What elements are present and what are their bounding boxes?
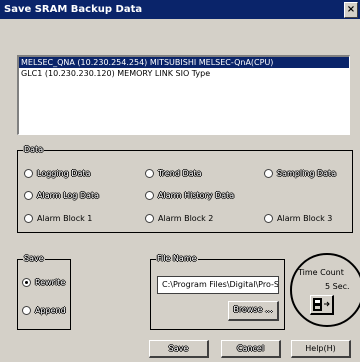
radio-button-icon xyxy=(22,278,31,287)
file-name-group-label: File Name xyxy=(156,254,198,264)
browse-button[interactable]: Browse ... xyxy=(228,301,279,321)
radio-button-icon xyxy=(24,214,33,223)
close-button[interactable]: × xyxy=(344,2,358,18)
radio-button-icon xyxy=(24,169,33,178)
help-button[interactable]: Help(H) xyxy=(291,340,351,358)
device-list-item[interactable]: GLC1 (10.230.230.120) MEMORY LINK SIO Ty… xyxy=(19,68,349,79)
save-group: Save Rewrite Append xyxy=(17,254,71,330)
radio-alarm-history-data[interactable]: Alarm History Data xyxy=(145,191,234,200)
radio-button-icon xyxy=(145,191,154,200)
title-bar: Save SRAM Backup Data × xyxy=(0,0,360,19)
radio-sampling-data[interactable]: Sampling Data xyxy=(264,169,336,178)
radio-append[interactable]: Append xyxy=(22,306,66,315)
radio-button-icon xyxy=(264,214,273,223)
radio-button-icon xyxy=(145,214,154,223)
data-group-label: Data xyxy=(23,145,45,155)
radio-alarm-log-data[interactable]: Alarm Log Data xyxy=(24,191,99,200)
radio-trend-data[interactable]: Trend Data xyxy=(145,169,202,178)
file-path-field[interactable]: C:\Program Files\Digital\Pro-Server with… xyxy=(157,276,279,294)
time-count-value: 5 Sec. xyxy=(325,282,350,291)
radio-button-icon xyxy=(145,169,154,178)
radio-button-icon xyxy=(264,169,273,178)
save-group-label: Save xyxy=(23,254,45,264)
device-list-item[interactable]: MELSEC_QNA (10.230.254.254) MITSUBISHI M… xyxy=(19,57,349,68)
timer-save-icon xyxy=(313,298,330,311)
radio-alarm-block-1[interactable]: Alarm Block 1 xyxy=(24,214,92,223)
data-group: Data Logging Data Trend Data Sampling Da… xyxy=(17,145,353,233)
radio-button-icon xyxy=(24,191,33,200)
save-button[interactable]: Save xyxy=(149,340,209,358)
radio-alarm-block-3[interactable]: Alarm Block 3 xyxy=(264,214,332,223)
window-title: Save SRAM Backup Data xyxy=(4,4,143,15)
radio-button-icon xyxy=(22,306,31,315)
timer-save-button[interactable] xyxy=(310,295,334,315)
radio-alarm-block-2[interactable]: Alarm Block 2 xyxy=(145,214,213,223)
time-count-label: Time Count xyxy=(298,268,344,277)
cancel-button[interactable]: Cancel xyxy=(221,340,281,358)
radio-rewrite[interactable]: Rewrite xyxy=(22,278,65,287)
device-list[interactable]: MELSEC_QNA (10.230.254.254) MITSUBISHI M… xyxy=(17,55,350,135)
radio-logging-data[interactable]: Logging Data xyxy=(24,169,90,178)
